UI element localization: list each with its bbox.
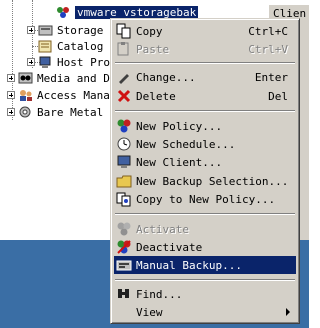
- tree-node-media-and-devices[interactable]: Media and D: [7, 70, 110, 86]
- menu-item-label: Find...: [136, 287, 183, 301]
- menu-item-shortcut: Del: [268, 89, 288, 103]
- tree-node-access-management[interactable]: Access Mana: [7, 87, 110, 103]
- menu-item-label: New Policy...: [136, 119, 223, 133]
- menu-item-label: Paste: [136, 42, 170, 56]
- catalog-icon: [38, 40, 53, 53]
- menu-item-new-policy[interactable]: New Policy...: [114, 117, 296, 135]
- copy-to-new-policy-icon: [116, 191, 132, 207]
- menu-separator: [115, 62, 295, 64]
- tree-node-label: Storage: [57, 23, 104, 37]
- expand-icon[interactable]: [7, 108, 15, 116]
- menu-item-manual-backup[interactable]: Manual Backup...: [114, 256, 296, 274]
- context-menu: Copy Ctrl+C Paste Ctrl+V Change... Enter…: [110, 18, 300, 324]
- menu-item-activate[interactable]: Activate: [114, 220, 296, 238]
- new-backup-selection-icon: [116, 173, 132, 189]
- menu-item-label: Copy: [136, 24, 163, 38]
- tree-node-storage[interactable]: Storage: [27, 22, 103, 38]
- find-icon: [116, 286, 132, 302]
- menu-item-new-client[interactable]: New Client...: [114, 153, 296, 171]
- tree-node-label: Host Pro: [57, 55, 110, 69]
- media-devices-icon: [18, 72, 33, 85]
- menu-item-label: Delete: [136, 89, 176, 103]
- manual-backup-icon: [116, 257, 132, 273]
- menu-item-copy[interactable]: Copy Ctrl+C: [114, 22, 296, 40]
- menu-item-label: View: [136, 305, 163, 319]
- menu-separator: [115, 110, 295, 112]
- expand-icon[interactable]: [27, 58, 35, 66]
- host-properties-icon: [38, 56, 53, 69]
- menu-item-find[interactable]: Find...: [114, 285, 296, 303]
- menu-item-shortcut: Ctrl+V: [248, 42, 288, 56]
- menu-item-view[interactable]: View: [114, 303, 296, 321]
- menu-item-new-backup-selection[interactable]: New Backup Selection...: [114, 172, 296, 190]
- access-management-icon: [18, 89, 33, 102]
- menu-separator: [115, 213, 295, 215]
- tree-node-label: Catalog: [57, 39, 104, 53]
- menu-item-copy-to-new-policy[interactable]: Copy to New Policy...: [114, 190, 296, 208]
- tree-node-label: Media and D: [37, 71, 110, 85]
- menu-item-label: Copy to New Policy...: [136, 192, 276, 206]
- bare-metal-restore-icon: [18, 106, 33, 119]
- menu-item-delete[interactable]: Delete Del: [114, 87, 296, 105]
- menu-item-label: Activate: [136, 222, 189, 236]
- expand-icon[interactable]: [7, 91, 15, 99]
- paste-icon: [116, 41, 132, 57]
- tree-node-host-properties[interactable]: Host Pro: [27, 54, 110, 70]
- storage-icon: [38, 24, 53, 37]
- menu-item-label: Change...: [136, 70, 196, 84]
- delete-icon: [116, 88, 132, 104]
- menu-item-label: Deactivate: [136, 240, 203, 254]
- tree-node-selected-label: vmware_vstoragebak: [75, 5, 199, 19]
- copy-icon: [116, 23, 132, 39]
- menu-item-label: New Schedule...: [136, 137, 236, 151]
- new-schedule-icon: [116, 136, 132, 152]
- new-client-icon: [116, 154, 132, 170]
- expand-icon[interactable]: [27, 26, 35, 34]
- tree-node-label: Access Mana: [37, 88, 110, 102]
- new-policy-icon: [116, 118, 132, 134]
- menu-item-label: New Client...: [136, 155, 223, 169]
- menu-item-shortcut: Ctrl+C: [248, 24, 288, 38]
- change-icon: [116, 69, 132, 85]
- expand-icon[interactable]: [7, 74, 15, 82]
- vmware-client-icon: [56, 6, 71, 19]
- menu-item-label: Manual Backup...: [136, 258, 242, 272]
- menu-item-paste[interactable]: Paste Ctrl+V: [114, 40, 296, 58]
- menu-item-label: New Backup Selection...: [136, 174, 289, 188]
- deactivate-icon: [116, 239, 132, 255]
- tree-node-label: Bare Metal: [37, 105, 104, 119]
- menu-item-deactivate[interactable]: Deactivate: [114, 238, 296, 256]
- tree-node-catalog[interactable]: Catalog: [38, 38, 103, 54]
- submenu-arrow-icon: [286, 308, 290, 316]
- menu-item-new-schedule[interactable]: New Schedule...: [114, 135, 296, 153]
- menu-item-shortcut: Enter: [254, 70, 288, 84]
- activate-icon: [116, 221, 132, 237]
- menu-item-change[interactable]: Change... Enter: [114, 68, 296, 86]
- menu-separator: [115, 279, 295, 281]
- tree-node-bare-metal[interactable]: Bare Metal: [7, 104, 103, 120]
